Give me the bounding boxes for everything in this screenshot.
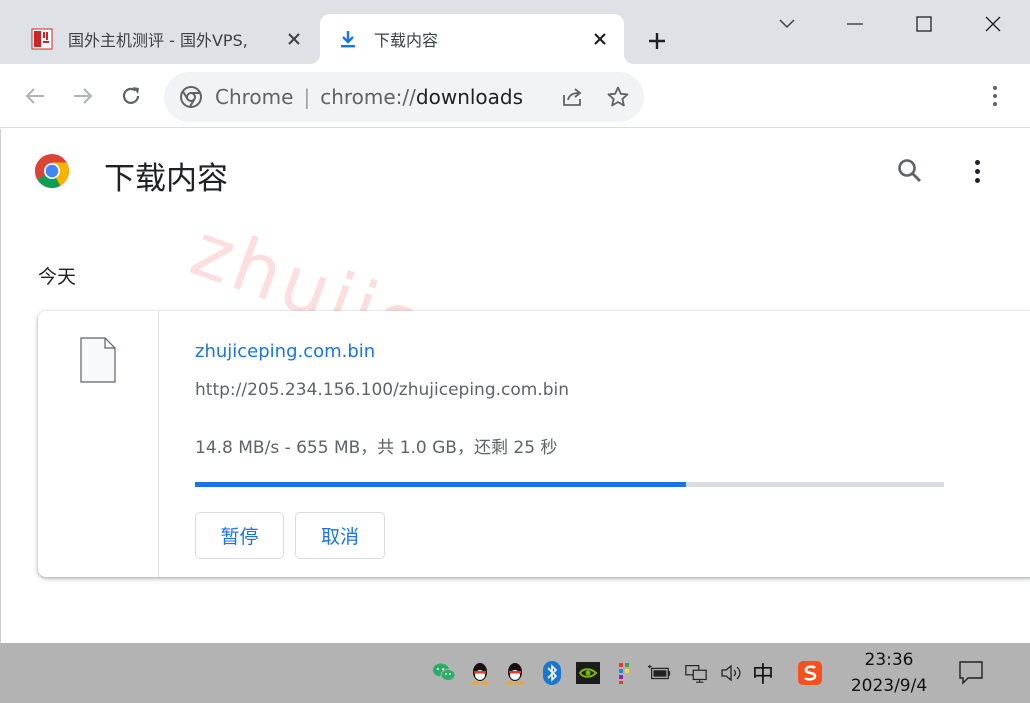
close-window-button[interactable]: [978, 10, 1008, 38]
omnibox-url[interactable]: chrome://downloads: [320, 85, 523, 109]
tab-zhujiceping[interactable]: 国外主机测评 - 国外VPS,: [14, 14, 318, 64]
download-progress-fill: [195, 482, 686, 487]
download-card: zhujiceping.com.bin http://205.234.156.1…: [38, 311, 1030, 577]
clock-date: 2023/9/4: [850, 676, 928, 696]
qq-icon[interactable]: [503, 661, 527, 685]
share-icon[interactable]: [560, 85, 584, 109]
file-name-link[interactable]: zhujiceping.com.bin: [195, 341, 375, 362]
app-tray-icon[interactable]: [612, 661, 636, 685]
pause-button[interactable]: 暂停: [195, 512, 284, 559]
chrome-logo-icon: [34, 153, 70, 189]
site-favicon-icon: [30, 27, 54, 51]
download-icon: [336, 27, 360, 51]
notification-center-icon[interactable]: [958, 659, 984, 685]
bookmark-star-icon[interactable]: [606, 85, 630, 109]
new-tab-button[interactable]: [642, 26, 672, 56]
tab-close-icon[interactable]: [284, 29, 304, 49]
tab-strip: 国外主机测评 - 国外VPS, 下载内容: [0, 0, 1030, 64]
url-path: downloads: [415, 85, 524, 109]
system-clock[interactable]: 23:36 2023/9/4: [848, 647, 930, 699]
qq-icon[interactable]: [468, 661, 492, 685]
ime-indicator[interactable]: 中: [752, 657, 774, 689]
downloads-page: 下载内容 zhujiceping.com 今天 zhujiceping.com.…: [0, 129, 1030, 643]
wechat-icon[interactable]: [432, 661, 456, 685]
sogou-input-icon[interactable]: [798, 661, 822, 685]
network-icon[interactable]: [684, 661, 708, 685]
omnibox-site-label: Chrome: [215, 85, 294, 109]
clock-time: 23:36: [864, 650, 914, 670]
file-source-url[interactable]: http://205.234.156.100/zhujiceping.com.b…: [195, 380, 569, 400]
browser-toolbar: Chrome | chrome://downloads: [0, 64, 1030, 128]
bluetooth-icon[interactable]: [540, 661, 564, 685]
search-icon[interactable]: [896, 157, 924, 185]
page-header: 下载内容: [0, 129, 1030, 215]
windows-taskbar: 中 23:36 2023/9/4: [0, 643, 1030, 703]
tab-close-icon[interactable]: [590, 29, 610, 49]
tab-title: 国外主机测评 - 国外VPS,: [68, 31, 248, 50]
url-scheme: chrome://: [320, 85, 416, 109]
address-bar[interactable]: Chrome | chrome://downloads: [164, 72, 644, 122]
maximize-button[interactable]: [909, 10, 939, 38]
date-group-label: 今天: [38, 266, 77, 288]
battery-icon[interactable]: [647, 661, 671, 685]
nvidia-icon[interactable]: [576, 661, 600, 685]
omnibox-separator: |: [303, 85, 311, 109]
volume-icon[interactable]: [719, 661, 743, 685]
forward-arrow-icon[interactable]: [68, 81, 98, 111]
browser-menu-icon[interactable]: [984, 81, 1006, 111]
tab-search-chevron-down-icon[interactable]: [772, 10, 802, 38]
tab-downloads[interactable]: 下载内容: [320, 14, 624, 64]
file-icon-column: [38, 311, 159, 577]
tab-title: 下载内容: [374, 31, 439, 50]
chrome-icon: [180, 86, 202, 108]
download-progress-bar: [195, 482, 944, 487]
reload-icon[interactable]: [116, 81, 146, 111]
more-actions-icon[interactable]: [966, 157, 988, 185]
back-arrow-icon[interactable]: [20, 81, 50, 111]
cancel-button[interactable]: 取消: [295, 512, 385, 559]
page-title: 下载内容: [104, 161, 228, 197]
minimize-button[interactable]: [840, 10, 870, 38]
download-status: 14.8 MB/s - 655 MB，共 1.0 GB，还剩 25 秒: [195, 438, 558, 458]
file-icon: [80, 337, 116, 383]
